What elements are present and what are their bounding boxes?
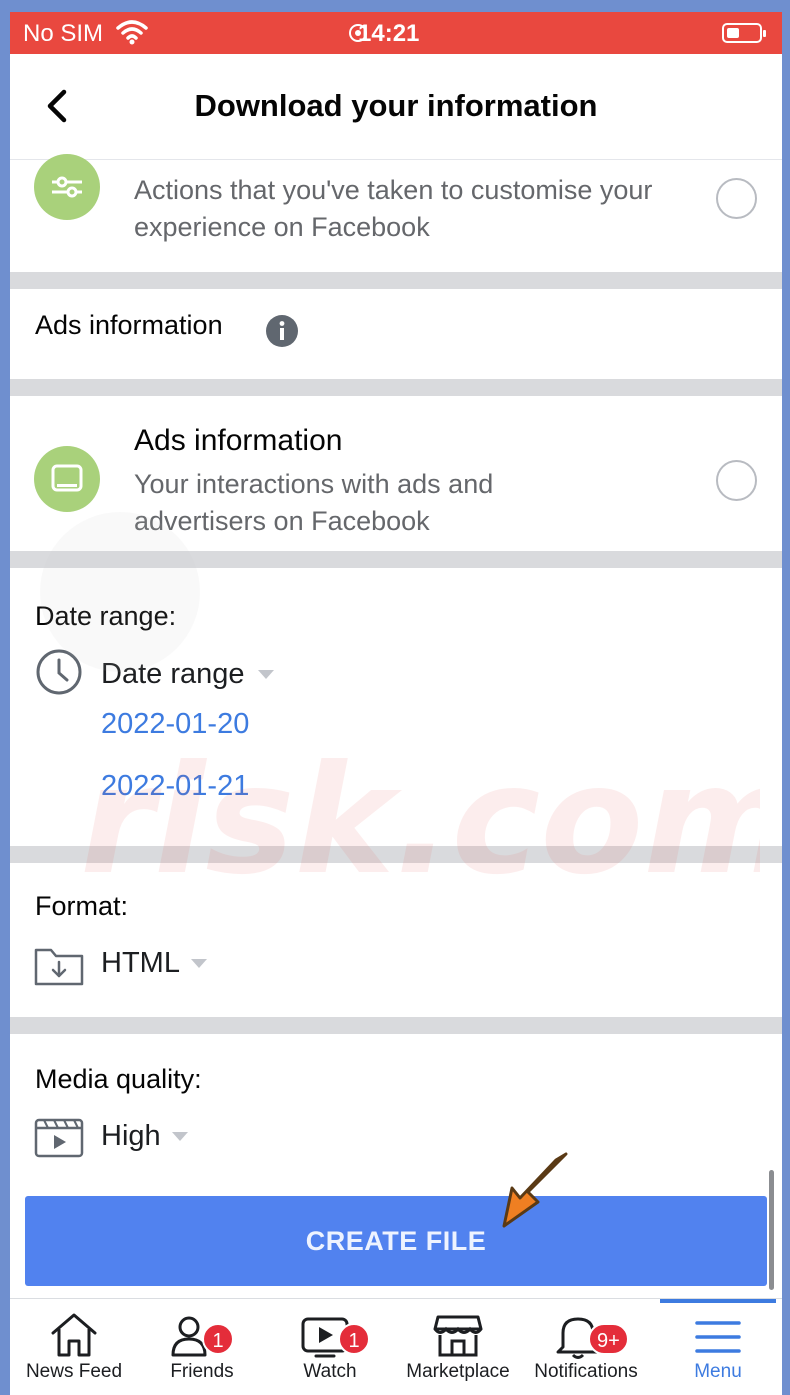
scrollbar[interactable] — [769, 1170, 774, 1290]
menu-icon — [695, 1321, 741, 1353]
tab-label: Watch — [303, 1361, 357, 1382]
customise-radio[interactable] — [716, 178, 757, 219]
ads-information-row[interactable]: Ads information Your interactions with a… — [10, 396, 782, 551]
format-label: Format: — [35, 891, 129, 921]
customise-description: Actions that you've taken to customise y… — [134, 175, 653, 242]
tab-friends[interactable]: 1 Friends — [138, 1299, 266, 1395]
battery-icon — [722, 23, 766, 43]
create-file-button[interactable]: CREATE FILE — [25, 1196, 767, 1286]
media-quality-section: Media quality: High — [10, 1034, 782, 1194]
clock-icon — [36, 649, 82, 695]
tab-news-feed[interactable]: News Feed — [10, 1299, 138, 1395]
chevron-down-icon[interactable] — [191, 959, 207, 968]
wifi-icon — [116, 20, 148, 45]
tab-label: Marketplace — [406, 1361, 510, 1382]
bottom-tab-bar: News Feed 1 Friends 1 Watch Marketplace … — [10, 1298, 782, 1395]
tab-marketplace[interactable]: Marketplace — [394, 1299, 522, 1395]
clock-time: 14:21 — [358, 20, 420, 47]
tab-label: Notifications — [534, 1361, 638, 1382]
date-range-section: Date range: Date range 2022-01-20 2022-0… — [10, 568, 782, 846]
video-clapper-icon — [34, 1118, 84, 1158]
start-date-link[interactable]: 2022-01-20 — [101, 708, 249, 741]
divider — [10, 1017, 782, 1034]
chevron-down-icon[interactable] — [258, 670, 274, 679]
ads-section-title: Ads information — [35, 310, 223, 340]
chevron-down-icon[interactable] — [172, 1132, 188, 1141]
pointer-arrow-icon — [502, 1152, 568, 1228]
tab-label: News Feed — [25, 1361, 123, 1382]
friends-badge: 1 — [202, 1323, 234, 1355]
ads-information-title: Ads information — [134, 424, 343, 457]
ads-information-description: Your interactions with ads and advertise… — [134, 469, 494, 536]
divider — [10, 846, 782, 863]
tab-label: Menu — [694, 1361, 742, 1382]
tab-label: Friends — [170, 1361, 234, 1382]
page-title: Download your information — [194, 88, 598, 123]
format-dropdown[interactable]: HTML — [101, 947, 180, 980]
date-range-label: Date range: — [35, 601, 177, 631]
divider — [10, 272, 782, 289]
media-quality-label: Media quality: — [35, 1064, 202, 1094]
divider — [10, 379, 782, 396]
marketplace-icon — [433, 1315, 483, 1357]
divider — [10, 551, 782, 568]
tab-notifications[interactable]: 9+ Notifications — [522, 1299, 650, 1395]
sliders-icon — [34, 154, 100, 220]
page-header: Download your information — [10, 54, 782, 160]
format-section: Format: HTML — [10, 863, 782, 1017]
notifications-badge: 9+ — [588, 1323, 629, 1355]
tab-menu[interactable]: Menu — [654, 1299, 782, 1395]
tablet-icon — [34, 446, 100, 512]
tab-watch[interactable]: 1 Watch — [266, 1299, 394, 1395]
end-date-link[interactable]: 2022-01-21 — [101, 770, 249, 803]
status-bar: No SIM 14:21 — [10, 12, 782, 54]
date-range-dropdown[interactable]: Date range — [101, 658, 245, 691]
ads-section-header: Ads information — [10, 289, 782, 379]
watch-badge: 1 — [338, 1323, 370, 1355]
settings-list: Actions that you've taken to customise y… — [10, 154, 782, 1194]
media-quality-dropdown[interactable]: High — [101, 1120, 161, 1153]
ads-information-radio[interactable] — [716, 460, 757, 501]
carrier-label: No SIM — [23, 20, 104, 47]
customise-row[interactable]: Actions that you've taken to customise y… — [10, 154, 782, 272]
folder-download-icon — [34, 948, 84, 986]
home-icon — [51, 1313, 97, 1357]
info-icon[interactable] — [265, 314, 299, 348]
phone-screen: No SIM 14:21 Download your information A… — [10, 12, 782, 1395]
